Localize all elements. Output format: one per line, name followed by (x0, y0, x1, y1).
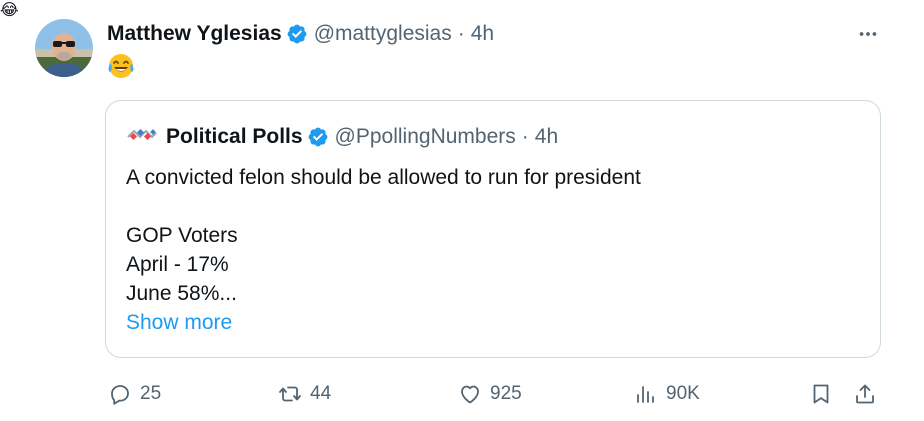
tweet-timestamp[interactable]: 4h (471, 22, 494, 46)
quoted-timestamp[interactable]: 4h (535, 125, 558, 149)
more-options-button[interactable] (853, 22, 883, 46)
share-icon (856, 384, 874, 404)
verified-badge-icon[interactable] (307, 126, 329, 148)
views-chart-icon (637, 386, 654, 403)
quoted-text-line: April - 17% (126, 253, 229, 276)
header-separator: · (457, 22, 465, 45)
tweet-text: 😂 (0, 2, 19, 19)
more-dots-icon (859, 32, 877, 36)
avatar-photo (35, 19, 93, 77)
quoted-text-line: GOP Voters (126, 224, 238, 247)
repost-icon (279, 386, 301, 402)
tweet[interactable]: Matthew Yglesias @mattyglesias · 4h 😂 😂 (0, 0, 924, 421)
quoted-text-line: A convicted felon should be allowed to r… (126, 166, 641, 189)
heart-icon (461, 385, 479, 404)
quoted-tweet-header: Political Polls @PpollingNumbers · 4h (126, 123, 558, 151)
quoted-text-line: June 58%... (126, 282, 237, 305)
quoted-author-name[interactable]: Political Polls (166, 125, 303, 149)
share-button[interactable] (853, 378, 877, 410)
quoted-tweet[interactable]: Political Polls @PpollingNumbers · 4h A … (105, 100, 881, 358)
author-name[interactable]: Matthew Yglesias (107, 22, 282, 46)
avatar[interactable] (35, 19, 93, 77)
reply-count: 25 (140, 383, 162, 404)
views-button[interactable]: 90K (634, 378, 700, 410)
quoted-tweet-text: A convicted felon should be allowed to r… (126, 163, 641, 337)
bookmark-button[interactable] (809, 378, 833, 410)
quoted-author-handle[interactable]: @PpollingNumbers (335, 125, 516, 149)
show-more-link[interactable]: Show more (126, 308, 641, 337)
author-handle[interactable]: @mattyglesias (314, 22, 452, 46)
like-button[interactable]: 925 (458, 378, 522, 410)
like-count: 925 (490, 383, 522, 404)
bookmark-icon (813, 384, 829, 404)
verified-badge-icon[interactable] (286, 23, 308, 45)
repost-button[interactable]: 44 (278, 378, 331, 410)
views-count: 90K (666, 383, 700, 404)
quoted-header-separator: · (521, 125, 529, 148)
repost-count: 44 (310, 383, 332, 404)
political-polls-logo-icon (127, 128, 157, 141)
tears-of-joy-emoji (108, 54, 134, 78)
reply-button[interactable]: 25 (108, 378, 161, 410)
tweet-header: Matthew Yglesias @mattyglesias · 4h (107, 20, 494, 48)
tweet-actions-bar: 25 44 925 90K (0, 378, 924, 410)
reply-icon (111, 385, 129, 405)
